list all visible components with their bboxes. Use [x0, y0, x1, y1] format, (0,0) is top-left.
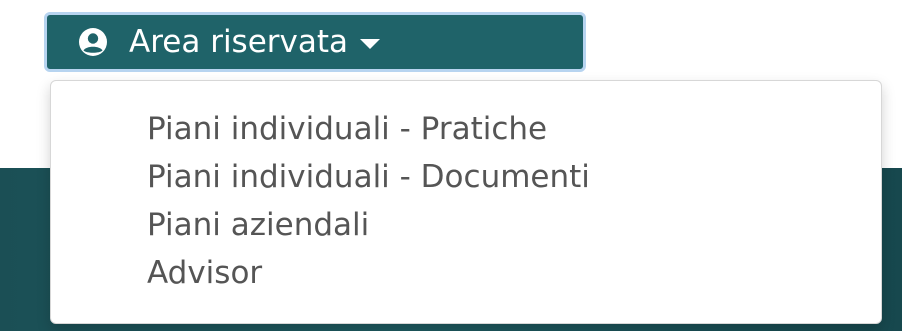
menu-item-piani-individuali-pratiche[interactable]: Piani individuali - Pratiche: [51, 105, 881, 153]
caret-down-icon: [360, 39, 381, 49]
dropdown-label: Area riservata: [129, 23, 349, 60]
area-riservata-dropdown-button[interactable]: Area riservata: [44, 12, 586, 72]
dropdown-menu: Piani individuali - Pratiche Piani indiv…: [50, 80, 882, 324]
user-circle-icon: [77, 26, 109, 58]
menu-item-piani-aziendali[interactable]: Piani aziendali: [51, 201, 881, 249]
menu-item-piani-individuali-documenti[interactable]: Piani individuali - Documenti: [51, 153, 881, 201]
menu-item-advisor[interactable]: Advisor: [51, 249, 881, 297]
